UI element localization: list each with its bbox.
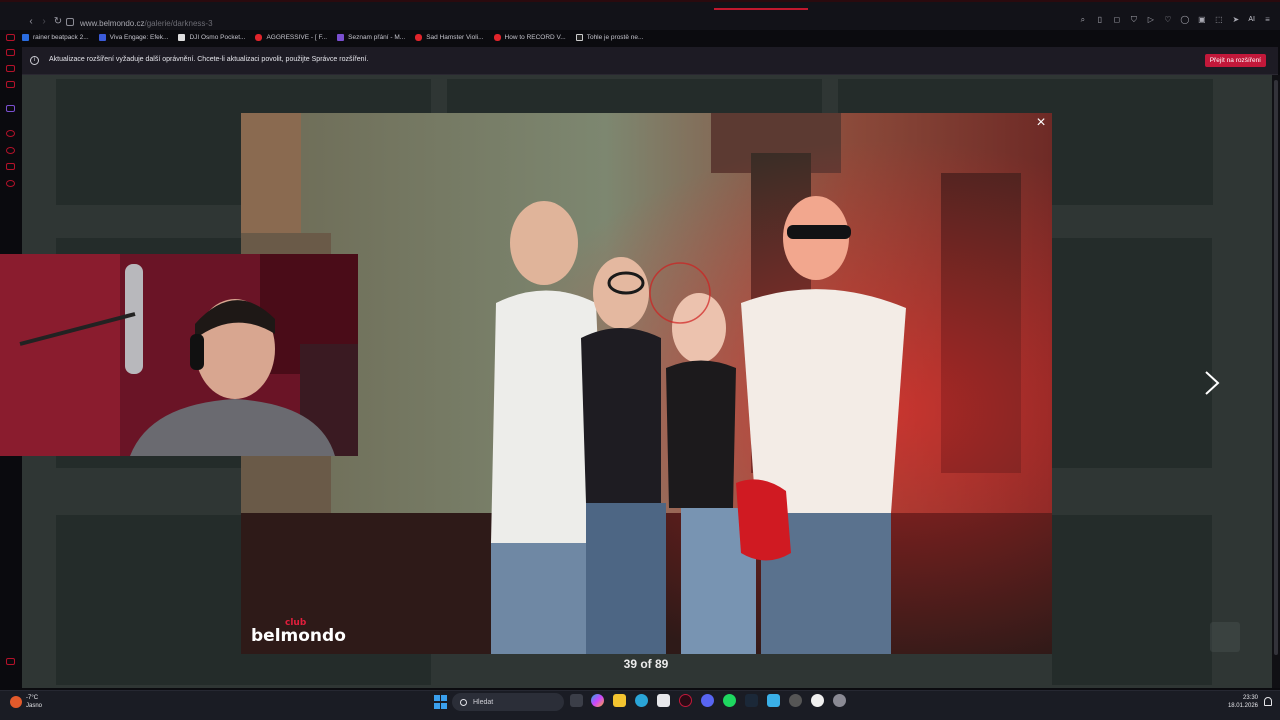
image-counter: 39 of 89 — [623, 657, 669, 671]
back-icon[interactable]: ‹ — [25, 16, 37, 28]
file-explorer-icon[interactable] — [613, 694, 626, 707]
youtube-icon — [415, 33, 423, 41]
weather-widget[interactable]: -7°C Jasno — [10, 694, 42, 710]
bookmark-favicon-icon — [178, 33, 186, 41]
sidebar-list-icon[interactable] — [6, 81, 15, 88]
bookmark-item[interactable]: How to RECORD V... — [493, 33, 566, 41]
play-icon[interactable]: ▷ — [1146, 15, 1155, 24]
address-bar[interactable]: www.belmondo.cz/galerie/darkness-3 — [66, 14, 213, 30]
tiktok-icon — [575, 33, 583, 41]
search-icon — [460, 698, 467, 706]
party-photo-image — [241, 113, 1052, 654]
store-icon[interactable] — [657, 694, 670, 707]
clock-date: 18.01.2026 — [1227, 703, 1258, 709]
sidebar-extra-icon[interactable] — [6, 658, 15, 665]
system-clock[interactable]: 23:30 18.01.2026 — [1228, 694, 1258, 710]
notepad-icon[interactable] — [767, 694, 780, 707]
send-icon[interactable]: ➤ — [1231, 15, 1240, 24]
scroll-to-top-button[interactable] — [1210, 622, 1240, 652]
sidebar-mail-icon[interactable] — [6, 65, 15, 72]
bookmark-item[interactable]: Viva Engage: Efek... — [98, 33, 168, 41]
zoom-icon[interactable]: ⌕ — [1078, 15, 1087, 24]
info-icon: i — [30, 56, 39, 65]
media-player-icon[interactable] — [811, 694, 824, 707]
youtube-icon — [493, 33, 501, 41]
webcam-overlay — [0, 254, 358, 456]
edge-icon[interactable] — [635, 694, 648, 707]
sidebar-history-icon[interactable] — [6, 147, 15, 154]
youtube-icon — [255, 33, 263, 41]
bookmark-page-icon[interactable]: ▯ — [1095, 15, 1104, 24]
url-path: /galerie/darkness-3 — [144, 19, 213, 28]
bookmark-item[interactable]: AGGRESSIVE - [ F... — [255, 33, 327, 41]
steam-icon[interactable] — [745, 694, 758, 707]
weather-icon — [10, 696, 22, 708]
bookmarks-bar: rainer beatpack 2... Viva Engage: Efek..… — [22, 30, 643, 44]
search-placeholder: Hledat — [473, 698, 494, 706]
extension-infobar: i Aktualizace rozšíření vyžaduje další o… — [22, 47, 1278, 75]
bookmark-favicon-icon — [98, 33, 106, 41]
weather-description: Jasno — [26, 703, 43, 709]
reload-icon[interactable]: ↻ — [52, 16, 64, 28]
chat-icon[interactable]: ◯ — [1180, 15, 1189, 24]
webcam-image — [0, 254, 358, 456]
bookmark-item[interactable]: DJI Osmo Pocket... — [178, 33, 245, 41]
sidebar-bag-icon[interactable] — [6, 49, 15, 56]
bookmark-favicon-icon — [337, 33, 345, 41]
bookmark-item[interactable]: Sad Hamster Violi... — [415, 33, 484, 41]
wallet-icon[interactable]: ▣ — [1197, 15, 1206, 24]
ai-button[interactable]: AI — [1248, 16, 1255, 23]
forward-icon[interactable]: › — [38, 16, 50, 28]
active-tab-indicator — [714, 8, 808, 10]
bookmark-item[interactable]: Tohle je prostě ne... — [575, 33, 643, 41]
sidebar-wallet-icon[interactable] — [6, 163, 15, 170]
bookmark-item[interactable]: Seznam přání - M... — [337, 33, 405, 41]
sidebar-play-icon[interactable] — [6, 130, 15, 137]
toolbar-icons: ⌕ ▯ ◻ ⛉ ▷ ♡ ◯ ▣ ⬚ ➤ AI ≡ — [1078, 15, 1272, 24]
shield-icon[interactable]: ⛉ — [1129, 15, 1138, 24]
chevron-right-icon[interactable] — [1198, 368, 1226, 398]
url-host: www.belmondo.cz — [80, 19, 145, 28]
screen: ‹ › ↻ www.belmondo.cz/galerie/darkness-3… — [0, 0, 1280, 720]
sidebar-twitch-icon[interactable] — [6, 105, 15, 112]
lightbox-photo: club belmondo — [241, 113, 1052, 654]
screenshot-icon[interactable]: ◻ — [1112, 15, 1121, 24]
discord-icon[interactable] — [701, 694, 714, 707]
browser-toolbar: ‹ › ↻ www.belmondo.cz/galerie/darkness-3… — [0, 0, 1280, 30]
obs-icon[interactable] — [789, 694, 802, 707]
heart-icon[interactable]: ♡ — [1163, 15, 1172, 24]
close-icon[interactable]: × — [1032, 114, 1050, 132]
clock-time: 23:30 — [1242, 695, 1258, 701]
taskbar-search[interactable]: Hledat — [452, 693, 564, 711]
go-to-extensions-button[interactable]: Přejít na rozšíření — [1204, 54, 1266, 67]
windows-start-icon[interactable] — [434, 695, 448, 709]
infobar-message: Aktualizace rozšíření vyžaduje další opr… — [49, 56, 369, 63]
extensions-icon[interactable]: ⬚ — [1214, 15, 1223, 24]
menu-icon[interactable]: ≡ — [1263, 15, 1272, 24]
task-view-icon[interactable] — [570, 694, 583, 707]
weather-temperature: -7°C — [26, 695, 39, 701]
belmondo-logo: club belmondo — [251, 618, 346, 646]
opera-gx-icon[interactable] — [679, 694, 692, 707]
spotify-icon[interactable] — [723, 694, 736, 707]
settings-icon[interactable] — [833, 694, 846, 707]
bookmark-item[interactable]: rainer beatpack 2... — [22, 33, 89, 41]
windows-taskbar: -7°C Jasno Hledat 23:30 18.01.2026 — [0, 690, 1280, 720]
bookmark-favicon-icon — [22, 33, 29, 41]
sidebar-home-icon[interactable] — [6, 34, 15, 41]
copilot-icon[interactable] — [591, 694, 604, 707]
notification-bell-icon[interactable] — [1264, 697, 1272, 706]
sidebar-settings-icon[interactable] — [6, 180, 15, 187]
scrollbar-thumb[interactable] — [1274, 80, 1278, 655]
lock-icon — [66, 18, 74, 26]
